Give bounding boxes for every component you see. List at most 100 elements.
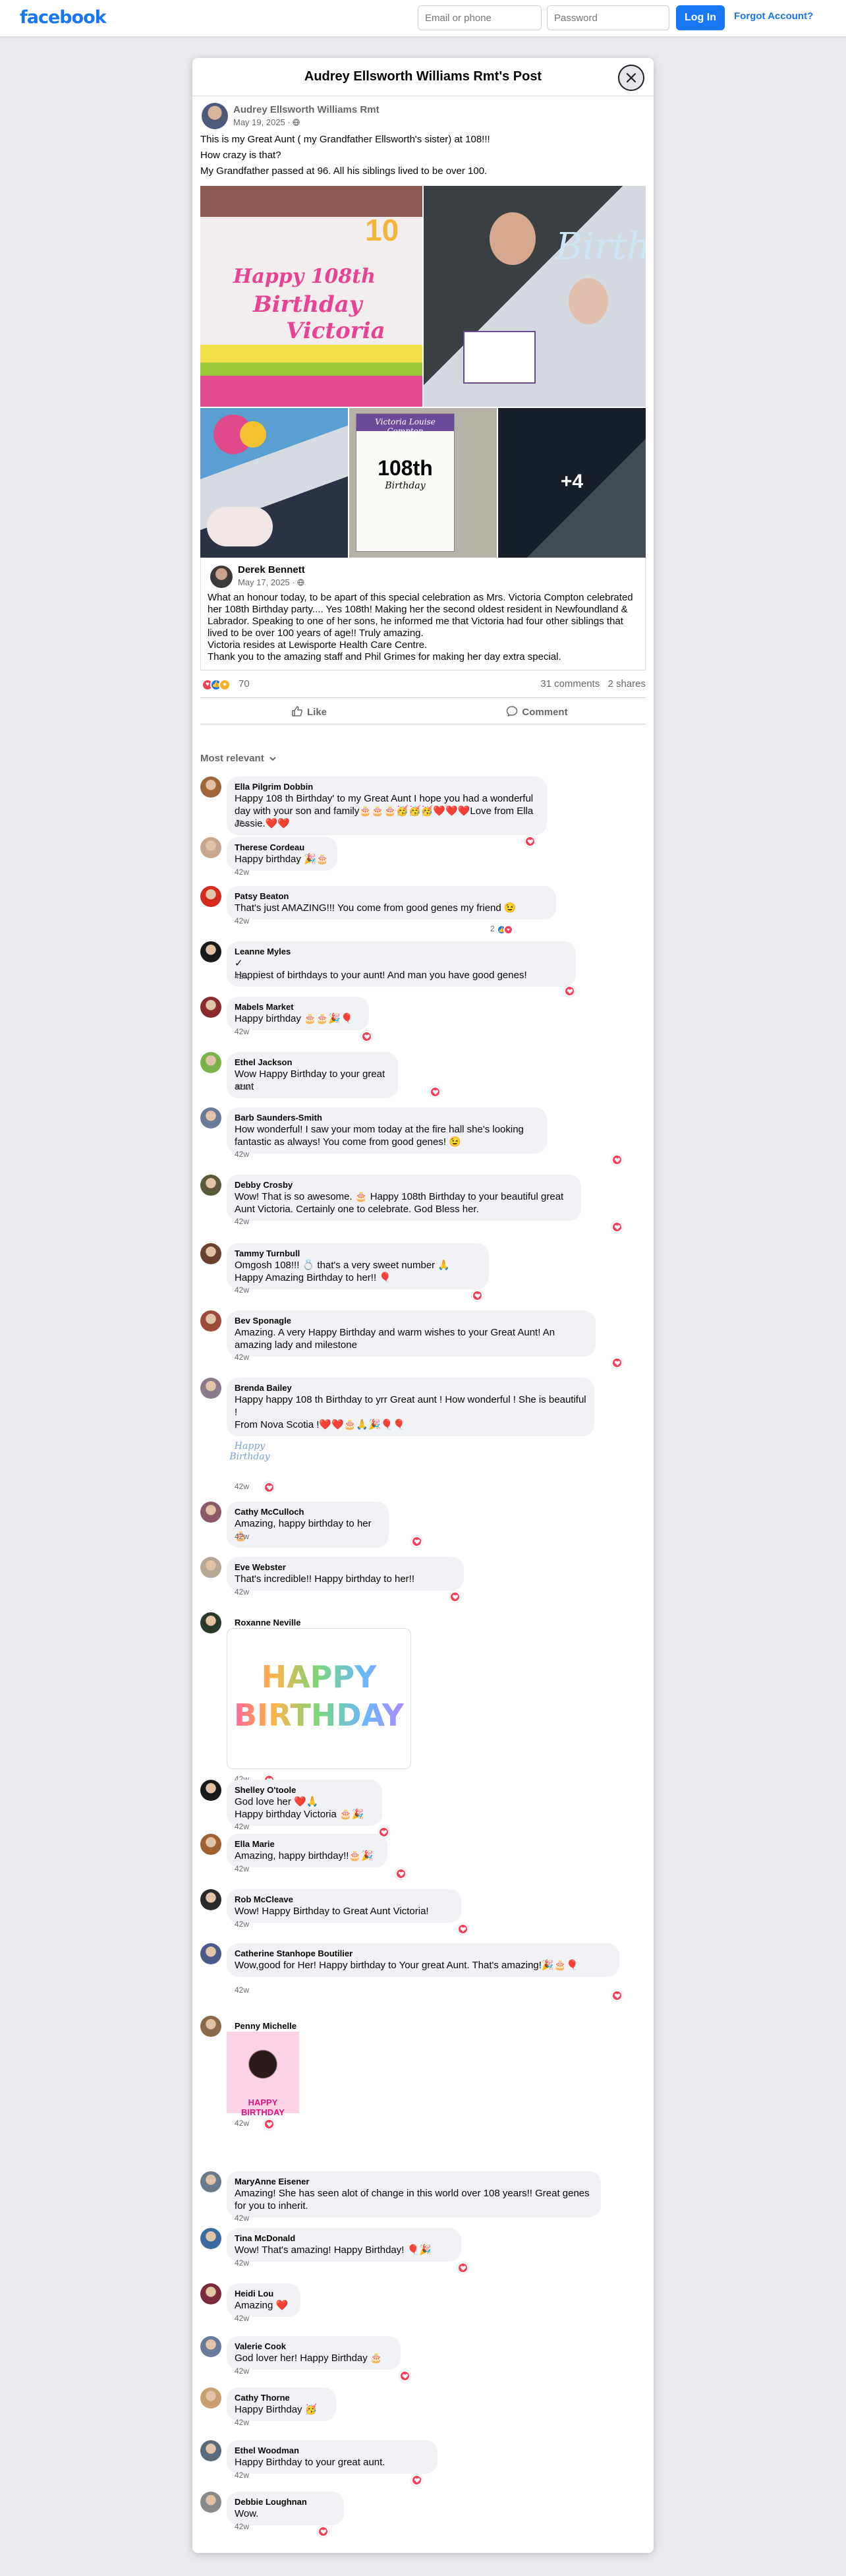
commenter-name[interactable]: Roxanne Neville [235, 1618, 303, 1628]
comment-reactions[interactable]: 2 👍 ♥ [490, 924, 514, 935]
commenter-name[interactable]: Barb Saunders-Smith [235, 1113, 539, 1123]
commenter-name[interactable]: Mabels Market [235, 1002, 361, 1012]
commenter-name[interactable]: Ella Pilgrim Dobbin [235, 782, 539, 792]
commenter-name[interactable]: Leanne Myles [235, 947, 568, 957]
comment-timestamp[interactable]: 42w [235, 2471, 249, 2480]
comment-timestamp[interactable]: 42w [235, 1482, 249, 1491]
commenter-name[interactable]: Cathy Thorne [235, 2393, 328, 2403]
commenter-name[interactable]: Rob McCleave [235, 1894, 453, 1905]
commenter-avatar[interactable] [200, 1889, 221, 1910]
commenter-avatar[interactable] [200, 2336, 221, 2357]
author-avatar[interactable] [202, 103, 228, 129]
commenter-avatar[interactable] [200, 1107, 221, 1128]
commenter-name[interactable]: Penny Michelle [235, 2021, 306, 2032]
comment-timestamp[interactable]: 42w [235, 1587, 249, 1596]
reaction-icons[interactable]: ♥ 👍 ● [202, 678, 231, 691]
password-input[interactable] [547, 5, 669, 30]
shares-count[interactable]: 2 shares [607, 678, 646, 689]
commenter-name[interactable]: Ella Marie [235, 1839, 380, 1850]
commenter-avatar[interactable] [200, 1052, 221, 1073]
commenter-name[interactable]: Heidi Lou [235, 2289, 293, 2299]
comment-timestamp[interactable]: 42w [235, 2213, 249, 2223]
sort-comments-dropdown[interactable]: Most relevant [200, 753, 276, 764]
love-reaction-icon[interactable] [564, 985, 575, 997]
commenter-name[interactable]: MaryAnne Eisener [235, 2177, 593, 2187]
commenter-name[interactable]: Tina McDonald [235, 2233, 453, 2244]
comment-timestamp[interactable]: 42w [235, 2258, 249, 2268]
commenter-name[interactable]: Catherine Stanhope Boutilier [235, 1948, 611, 1959]
photo-visit[interactable]: Birth [424, 186, 646, 407]
commenter-name[interactable]: Ethel Woodman [235, 2445, 430, 2456]
post-date[interactable]: May 19, 2025 · [233, 117, 300, 127]
comment-timestamp[interactable]: 42w [235, 819, 249, 828]
comment-timestamp[interactable]: 42w [235, 916, 249, 925]
commenter-avatar[interactable] [200, 1243, 221, 1264]
commenter-avatar[interactable] [200, 1834, 221, 1855]
comment-timestamp[interactable]: 42w [235, 1985, 249, 1995]
more-photos-count[interactable]: +4 [498, 408, 646, 558]
commenter-name[interactable]: Eve Webster [235, 1562, 456, 1573]
comment-timestamp[interactable]: 42w [235, 1864, 249, 1873]
commenter-name[interactable]: Cathy McCulloch [235, 1507, 381, 1517]
love-reaction-icon[interactable] [611, 1154, 623, 1165]
close-button[interactable] [618, 65, 644, 91]
commenter-avatar[interactable] [200, 2016, 221, 2037]
love-reaction-icon[interactable] [318, 2526, 329, 2537]
facebook-logo[interactable]: facebook [20, 7, 107, 28]
commenter-avatar[interactable] [200, 2387, 221, 2409]
shared-author-name[interactable]: Derek Bennett [238, 564, 305, 575]
comment-timestamp[interactable]: 42w [235, 1532, 249, 1541]
commenter-name[interactable]: Shelley O'toole [235, 1785, 374, 1796]
love-reaction-icon[interactable] [411, 1536, 422, 1547]
commenter-avatar[interactable] [200, 1502, 221, 1523]
comment-timestamp[interactable]: 42w [235, 1217, 249, 1226]
comment-timestamp[interactable]: 42w [235, 1285, 249, 1295]
love-reaction-icon[interactable] [457, 2262, 468, 2273]
commenter-avatar[interactable] [200, 1175, 221, 1196]
shared-author-avatar[interactable] [210, 566, 233, 588]
forgot-account-link[interactable]: Forgot Account? [734, 11, 813, 22]
love-reaction-icon[interactable] [399, 2370, 410, 2382]
commenter-avatar[interactable] [200, 1780, 221, 1801]
commenter-name[interactable]: Ethel Jackson [235, 1057, 390, 1068]
comment-timestamp[interactable]: 42w [235, 972, 249, 981]
love-reaction-icon[interactable] [395, 1868, 407, 1879]
commenter-name[interactable]: Valerie Cook [235, 2341, 393, 2352]
comment-timestamp[interactable]: 42w [235, 2522, 249, 2531]
commenter-avatar[interactable] [200, 1310, 221, 1332]
commenter-avatar[interactable] [200, 1612, 221, 1633]
commenter-name[interactable]: Debbie Loughnan [235, 2497, 336, 2507]
comment-timestamp[interactable]: 42w [235, 2119, 249, 2128]
commenter-avatar[interactable] [200, 1557, 221, 1578]
comment-button[interactable]: Comment [428, 701, 646, 722]
comment-timestamp[interactable]: 42w [235, 2366, 249, 2376]
commenter-avatar[interactable] [200, 776, 221, 798]
photo-room[interactable] [200, 408, 348, 558]
love-reaction-icon[interactable] [611, 1221, 623, 1233]
comment-timestamp[interactable]: 42w [235, 2314, 249, 2323]
comment-timestamp[interactable]: 42w [235, 2418, 249, 2427]
comment-timestamp[interactable]: 42w [235, 867, 249, 877]
commenter-avatar[interactable] [200, 997, 221, 1018]
commenter-avatar[interactable] [200, 941, 221, 962]
commenter-avatar[interactable] [200, 1378, 221, 1399]
reaction-count[interactable]: 70 [239, 678, 250, 689]
love-reaction-icon[interactable] [430, 1086, 441, 1098]
commenter-name[interactable]: Brenda Bailey [235, 1383, 586, 1393]
commenter-name[interactable]: Therese Cordeau [235, 842, 329, 853]
shared-date[interactable]: May 17, 2025 · [238, 577, 304, 587]
birthday-sticker[interactable]: Happy Birthday [227, 1432, 273, 1478]
comment-timestamp[interactable]: 42w [235, 1919, 249, 1929]
commenter-name[interactable]: Patsy Beaton [235, 891, 548, 902]
love-reaction-icon[interactable] [264, 1482, 275, 1493]
commenter-avatar[interactable] [200, 837, 221, 858]
comment-timestamp[interactable]: 42w [235, 1027, 249, 1036]
love-reaction-icon[interactable] [411, 2474, 422, 2486]
love-reaction-icon[interactable] [361, 1031, 372, 1042]
commenter-name[interactable]: Bev Sponagle [235, 1316, 588, 1326]
love-reaction-icon[interactable] [457, 1923, 468, 1935]
love-reaction-icon[interactable] [611, 1357, 623, 1368]
commenter-avatar[interactable] [200, 1943, 221, 1964]
email-input[interactable] [418, 5, 542, 30]
like-button[interactable]: Like [200, 701, 418, 722]
